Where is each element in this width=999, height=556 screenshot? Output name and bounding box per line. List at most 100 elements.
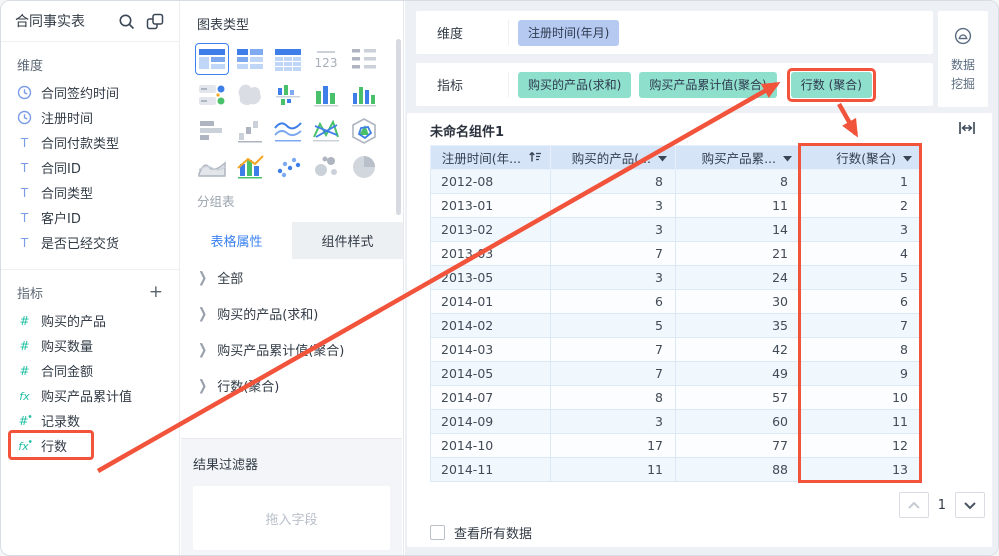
- metric-field-1[interactable]: # 购买数量: [1, 333, 179, 358]
- chart-type-radar-chart-icon[interactable]: [309, 115, 343, 147]
- search-icon[interactable]: [116, 11, 136, 31]
- chart-type-area-map-icon[interactable]: [347, 115, 381, 147]
- dimension-field-6[interactable]: T 是否已经交货: [1, 230, 179, 255]
- sidebar-header: 合同事实表: [1, 1, 179, 42]
- dimension-shelf-label: 维度: [437, 27, 464, 42]
- chart-type-text-table-icon[interactable]: [347, 43, 381, 75]
- chart-type-line-chart-icon[interactable]: [271, 115, 305, 147]
- editing-canvas: 维度 注册时间(年月) 指标 购买的产品(求和) 购买产品累计值(聚合) 行数 (聚…: [405, 1, 998, 555]
- result-filter-section: 结果过滤器 拖入字段: [181, 438, 402, 555]
- table-cell: 2013-03: [430, 241, 551, 266]
- table-row-6: 2014-02 5 35 7: [430, 313, 921, 338]
- svg-text:fx: fx: [19, 390, 30, 403]
- page-up-button[interactable]: [898, 492, 929, 518]
- chart-type-scatter-chart-icon[interactable]: [271, 151, 305, 183]
- metric-field-0[interactable]: # 购买的产品: [1, 308, 179, 333]
- column-header-1[interactable]: 购买的产品(...: [550, 145, 676, 170]
- table-cell: 3: [550, 193, 676, 218]
- hash-icon: #: [17, 338, 32, 353]
- hash-icon: #: [17, 313, 32, 328]
- table-cell: 11: [800, 409, 921, 434]
- clock-icon: [17, 85, 32, 100]
- chart-type-column-icon[interactable]: [347, 79, 381, 111]
- property-group-3[interactable]: ❯ 行数(聚合): [181, 367, 403, 403]
- chart-type-detail-table-icon[interactable]: [271, 43, 305, 75]
- metric-field-2[interactable]: # 合同金额: [1, 358, 179, 383]
- metric-pill-area[interactable]: 购买的产品(求和) 购买产品累计值(聚合) 行数 (聚合): [509, 67, 876, 102]
- data-mining-icon: [954, 27, 972, 48]
- dimension-field-2[interactable]: T 合同付款类型: [1, 130, 179, 155]
- property-group-0[interactable]: ❯ 全部: [181, 259, 403, 295]
- table-row-4: 2013-05 3 24 5: [430, 265, 921, 290]
- chart-type-waterfall-grey-icon[interactable]: [233, 115, 267, 147]
- chevron-right-icon: ❯: [198, 304, 208, 322]
- column-header-2[interactable]: 购买产品累...: [675, 145, 801, 170]
- highlight-pill-box: 行数 (聚合): [786, 67, 876, 102]
- dimension-field-1[interactable]: 注册时间: [1, 105, 179, 130]
- chart-type-grid: 123: [193, 41, 403, 185]
- met-pill-0[interactable]: 购买的产品(求和): [518, 71, 632, 98]
- chart-type-pie-grey-icon[interactable]: [347, 151, 381, 183]
- metric-field-3[interactable]: fx 购买产品累计值: [1, 383, 179, 408]
- chart-type-bar-grey-icon[interactable]: [195, 115, 229, 147]
- dimension-field-3[interactable]: T 合同ID: [1, 155, 179, 180]
- column-header-0[interactable]: 注册时间(年...: [430, 145, 551, 170]
- property-group-1[interactable]: ❯ 购买的产品(求和): [181, 295, 403, 331]
- tab-component-style[interactable]: 组件样式: [292, 222, 403, 259]
- clock-icon: [17, 110, 32, 125]
- table-cell: 2014-11: [430, 457, 551, 482]
- chart-type-filled-map-icon[interactable]: [233, 79, 267, 111]
- table-cell: 12: [800, 433, 921, 458]
- chart-type-agg-panel-icon[interactable]: [195, 79, 229, 111]
- table-cell: 2013-01: [430, 193, 551, 218]
- dim-pill-0[interactable]: 注册时间(年月): [518, 19, 620, 46]
- widget-title: 未命名组件1: [430, 125, 505, 140]
- metric-field-4[interactable]: # 记录数: [1, 408, 179, 433]
- table-cell: 14: [675, 217, 801, 242]
- field-label: 合同付款类型: [41, 137, 120, 152]
- column-label: 行数(聚合): [836, 151, 896, 166]
- dimension-pill-area[interactable]: 注册时间(年月): [509, 19, 620, 46]
- table-cell: 11: [550, 457, 676, 482]
- filter-icon[interactable]: [903, 150, 912, 165]
- dimension-field-0[interactable]: 合同签约时间: [1, 80, 179, 105]
- page-down-button[interactable]: [955, 492, 985, 518]
- fit-width-icon[interactable]: [958, 120, 976, 140]
- chart-type-combo-chart-icon[interactable]: [233, 151, 267, 183]
- filter-drop-zone[interactable]: 拖入字段: [193, 486, 390, 550]
- field-label: 是否已经交货: [41, 237, 120, 252]
- metric-field-5[interactable]: fx 行数: [1, 430, 179, 460]
- column-header-3[interactable]: 行数(聚合): [800, 145, 921, 170]
- table-cell: 49: [675, 361, 801, 386]
- table-cell: 6: [550, 289, 676, 314]
- table-cell: 2014-10: [430, 433, 551, 458]
- view-all-data-checkbox[interactable]: [430, 525, 445, 540]
- met-pill-1[interactable]: 购买产品累计值(聚合): [639, 71, 777, 98]
- chart-type-grouped-table-icon[interactable]: [195, 43, 229, 75]
- chart-type-title: 图表类型: [197, 18, 250, 33]
- property-group-label: 购买的产品(求和): [217, 307, 319, 323]
- met-pill-2[interactable]: 行数 (聚合): [790, 71, 872, 98]
- property-group-2[interactable]: ❯ 购买产品累计值(聚合): [181, 331, 403, 367]
- filter-icon[interactable]: [658, 150, 667, 165]
- chart-type-area-grey-icon[interactable]: [195, 151, 229, 183]
- chart-type-zone-column-icon[interactable]: [271, 79, 305, 111]
- switch-table-icon[interactable]: [145, 11, 165, 31]
- panel-scrollbar[interactable]: [396, 39, 401, 215]
- data-mining-button[interactable]: 数据 挖掘: [938, 11, 988, 107]
- tab-table-properties[interactable]: 表格属性: [181, 222, 292, 259]
- table-cell: 57: [675, 385, 801, 410]
- table-header-row: 注册时间(年... 购买的产品(... 购买产品累... 行数(聚合): [430, 145, 921, 170]
- filter-icon[interactable]: [783, 150, 792, 165]
- chart-type-bubble-grey-icon[interactable]: [309, 151, 343, 183]
- chart-type-multi-column-icon[interactable]: [309, 79, 343, 111]
- dimension-field-5[interactable]: T 客户ID: [1, 205, 179, 230]
- chart-type-kpi-card-icon[interactable]: 123: [309, 43, 343, 75]
- table-cell: 30: [675, 289, 801, 314]
- text-icon: T: [17, 135, 32, 150]
- chart-type-cross-table-icon[interactable]: [233, 43, 267, 75]
- sort-icon[interactable]: [528, 150, 542, 166]
- add-metric-button[interactable]: +: [149, 284, 163, 301]
- table-cell: 3: [550, 265, 676, 290]
- dimension-field-4[interactable]: T 合同类型: [1, 180, 179, 205]
